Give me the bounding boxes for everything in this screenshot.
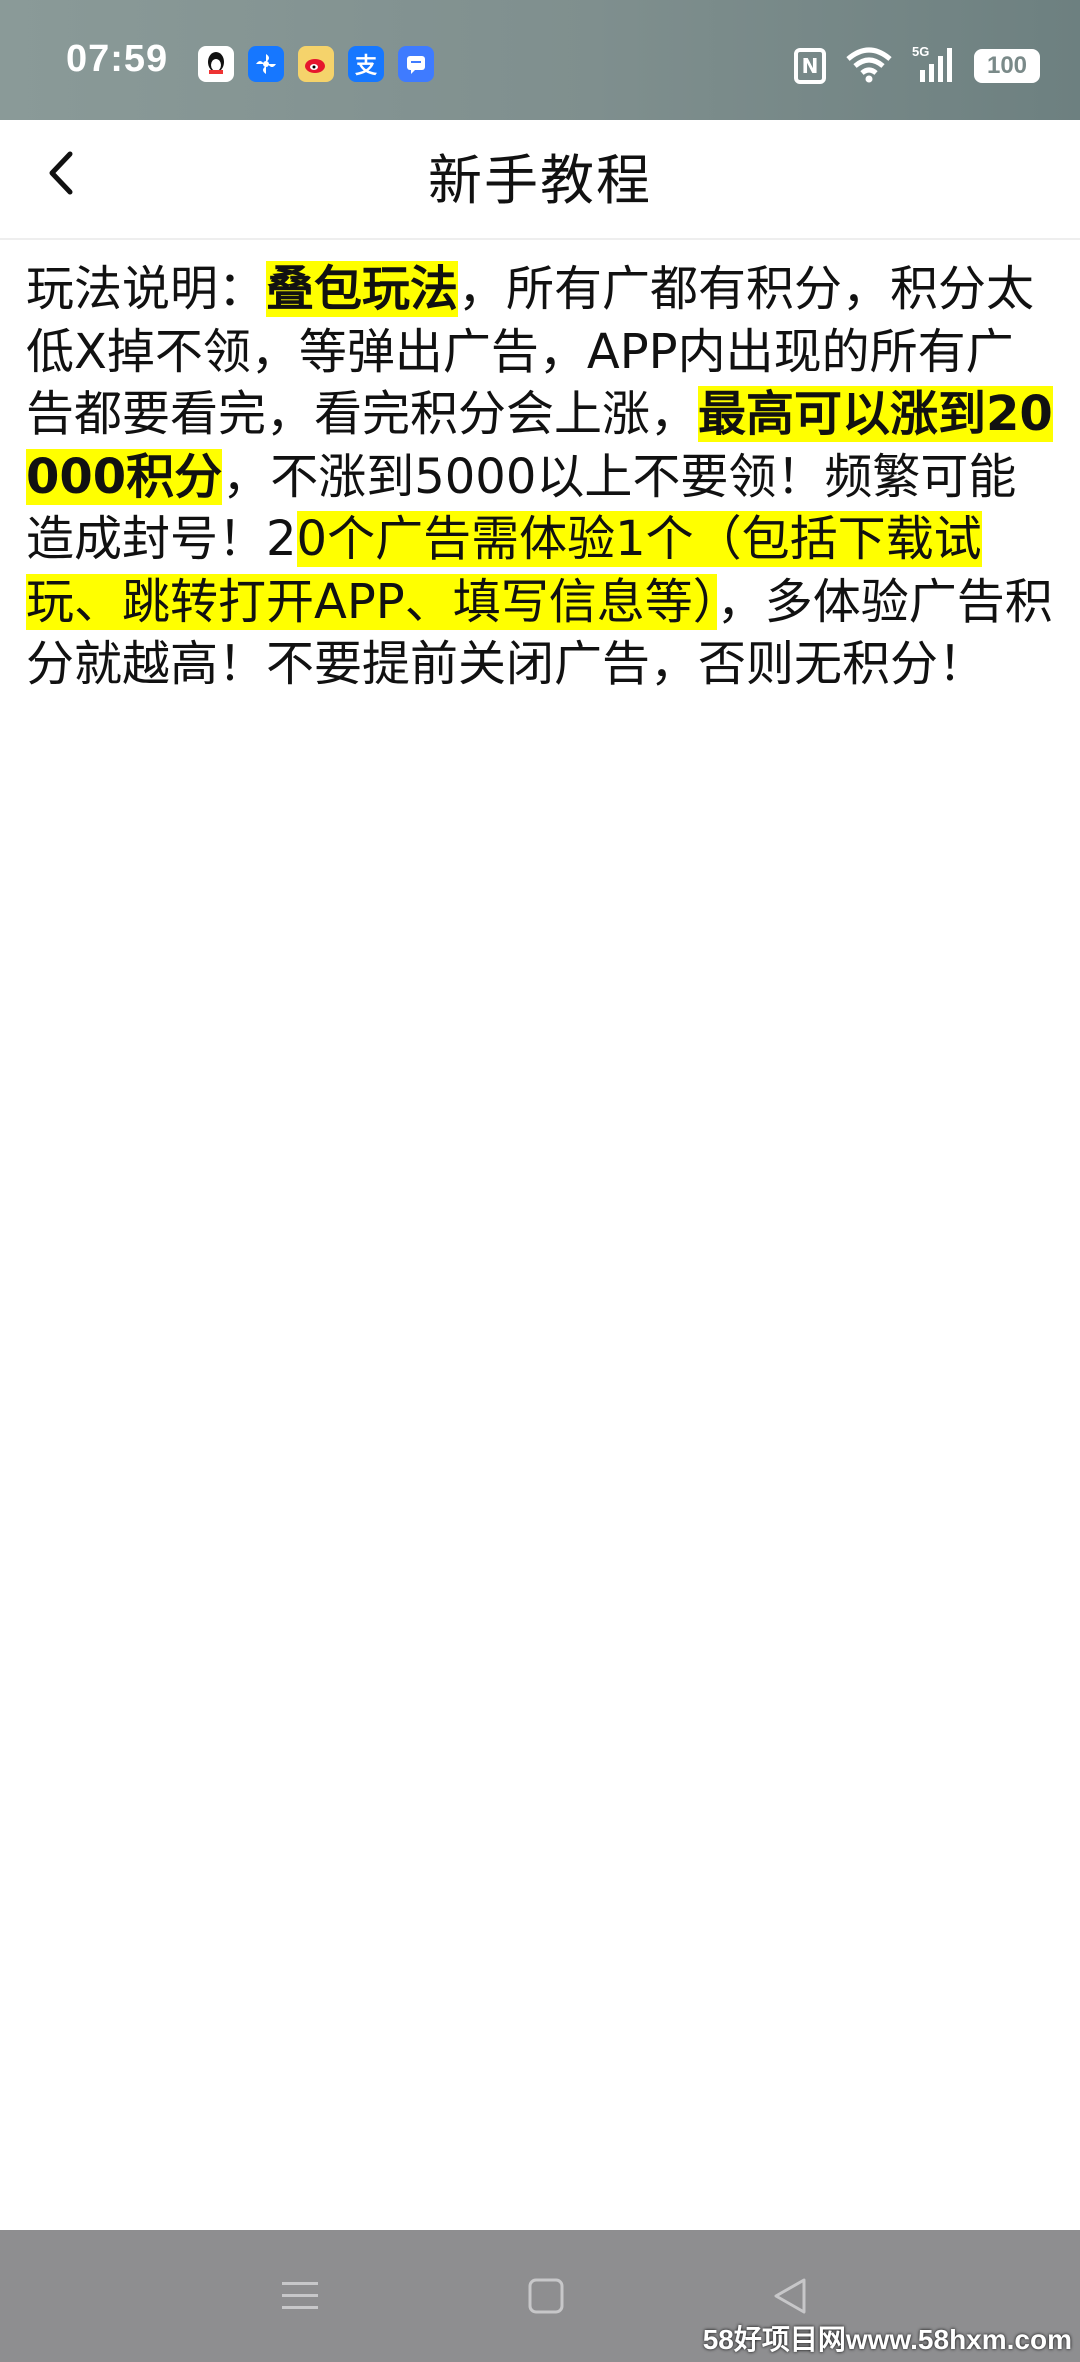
notification-icons: 支 (198, 46, 434, 82)
home-button[interactable] (514, 2264, 578, 2328)
app-header: 新手教程 (0, 120, 1080, 240)
watermark: 58好项目网www.58hxm.com (702, 2324, 1072, 2355)
nfc-icon: N (794, 48, 826, 84)
weibo-icon (298, 46, 334, 82)
alipay-icon: 支 (348, 46, 384, 82)
navigation-bar: 58好项目网www.58hxm.com (0, 2230, 1080, 2362)
message-icon (398, 46, 434, 82)
menu-button[interactable] (268, 2264, 332, 2328)
signal-icon: 5G (912, 44, 956, 88)
qq-icon (198, 46, 234, 82)
text-segment: 玩法说明： (26, 261, 267, 317)
home-icon (528, 2278, 564, 2314)
system-icons: N 5G 100 (794, 44, 1040, 88)
page-title: 新手教程 (428, 149, 652, 212)
back-triangle-icon (774, 2278, 806, 2314)
status-time: 07:59 (66, 38, 169, 80)
fan-app-icon (248, 46, 284, 82)
status-bar: 07:59 支 N 5G 100 (0, 0, 1080, 120)
battery-indicator: 100 (974, 49, 1040, 83)
menu-icon (282, 2282, 318, 2309)
tutorial-text: 玩法说明：叠包玩法，所有广都有积分，积分太低X掉不领，等弹出广告，APP内出现的… (26, 258, 1056, 696)
highlighted-bold-text: 叠包玩法 (266, 261, 459, 317)
wifi-icon (844, 45, 894, 87)
svg-text:5G: 5G (912, 44, 929, 59)
